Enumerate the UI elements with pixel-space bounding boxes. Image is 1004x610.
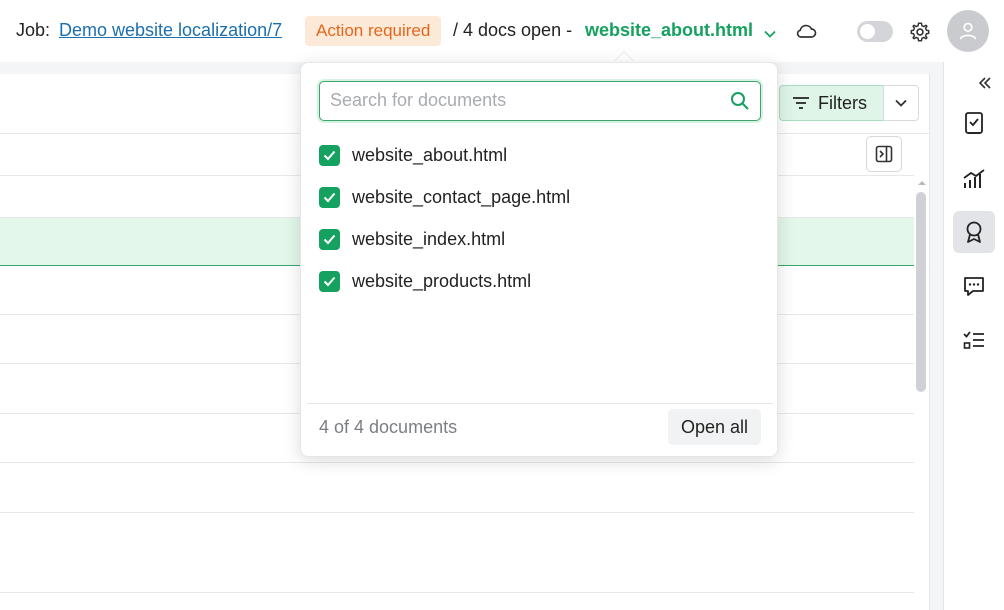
document-label: website_products.html [352,270,532,291]
checkbox-checked[interactable] [319,144,340,166]
qa-ribbon-icon[interactable] [953,211,995,253]
top-bar: Job: Demo website localization/7 Action … [0,0,1004,62]
checklist-icon[interactable] [953,319,995,361]
table-row[interactable] [0,463,914,513]
sidebar-panel-icon [875,145,893,163]
document-label: website_index.html [352,228,506,249]
document-item[interactable]: website_index.html [319,224,505,254]
table-row[interactable] [0,513,914,593]
document-item[interactable]: website_contact_page.html [319,182,570,212]
check-icon [323,276,336,286]
cloud-icon[interactable] [795,22,817,45]
filters-more-button[interactable] [883,85,919,121]
job-link[interactable]: Demo website localization/7 [59,20,282,41]
filter-icon [793,97,809,109]
collapse-icon[interactable] [978,76,992,94]
job-prefix: Job: [16,20,51,40]
documents-dropdown: website_about.html website_contact_page.… [300,62,778,457]
search-input[interactable] [330,82,720,119]
docs-open-count: / 4 docs open - [453,20,573,40]
user-icon [959,22,977,40]
checkbox-checked[interactable] [319,186,340,208]
chevron-down-icon[interactable] [764,25,776,43]
panel-toggle-button[interactable] [866,136,902,172]
task-check-icon[interactable] [953,102,995,144]
checkbox-checked[interactable] [319,228,340,250]
toggle-knob [860,24,875,39]
status-badge: Action required [305,16,442,46]
check-icon [323,192,336,202]
toggle-switch[interactable] [857,21,893,42]
gear-icon[interactable] [909,21,931,48]
current-document-selector[interactable]: website_about.html [585,20,753,41]
checkbox-checked[interactable] [319,270,340,292]
document-count: 4 of 4 documents [319,417,458,437]
scrollbar[interactable] [916,192,926,392]
open-all-button[interactable]: Open all [668,409,761,445]
document-label: website_contact_page.html [352,186,571,207]
check-icon [323,150,336,160]
filters-label: Filters [818,92,867,113]
chevron-down-icon [895,99,907,107]
dropdown-divider [307,403,773,404]
check-icon [323,234,336,244]
search-box[interactable] [319,81,761,121]
right-sidebar [943,62,1004,610]
document-label: website_about.html [352,144,508,165]
scroll-up-icon[interactable] [917,178,927,188]
analytics-icon[interactable] [953,158,995,200]
search-icon[interactable] [730,91,750,111]
avatar[interactable] [947,10,989,52]
document-item[interactable]: website_about.html [319,140,507,170]
document-item[interactable]: website_products.html [319,266,531,296]
filters-button[interactable]: Filters [779,85,884,121]
dropdown-caret [614,52,634,62]
comments-icon[interactable] [953,265,995,307]
